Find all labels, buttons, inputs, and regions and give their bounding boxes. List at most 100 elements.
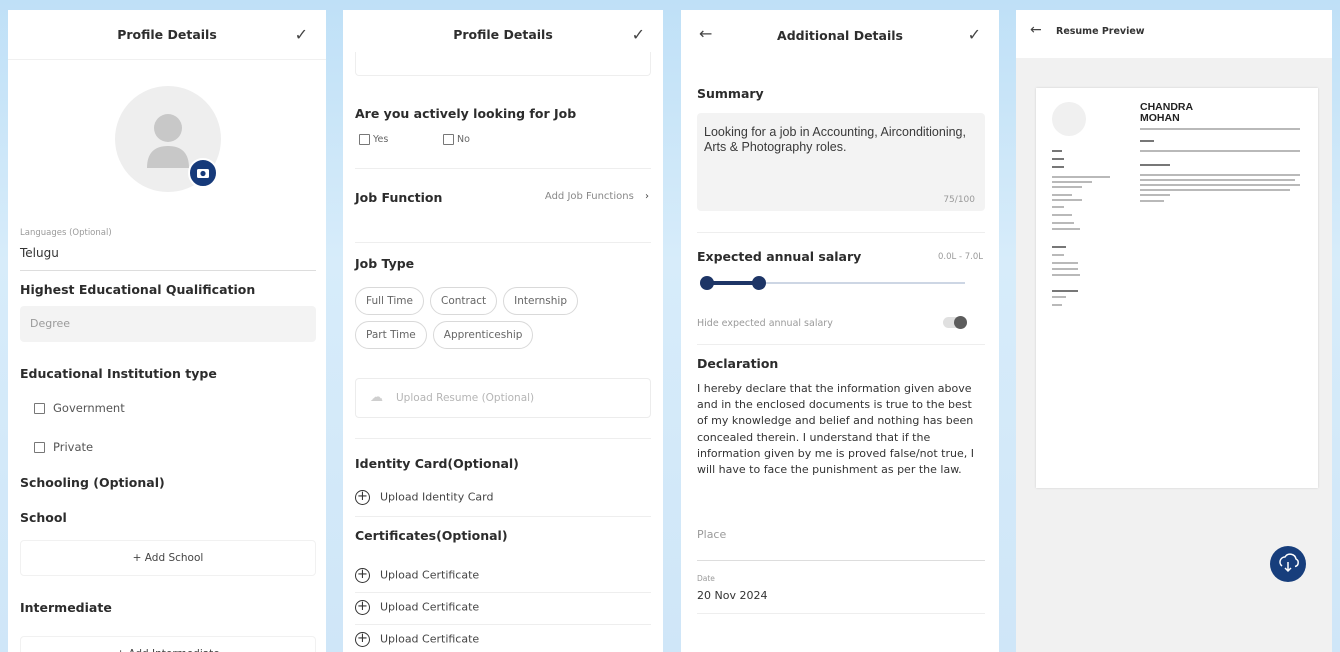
resume-text-line (1052, 268, 1078, 270)
chip-full-time[interactable]: Full Time (355, 287, 424, 315)
qualification-field[interactable]: Degree (20, 306, 316, 342)
chip-part-time[interactable]: Part Time (355, 321, 427, 349)
summary-textarea[interactable]: Looking for a job in Accounting, Aircond… (697, 113, 985, 211)
cloud-upload-icon: ☁ (370, 390, 383, 405)
resume-text-line (1140, 179, 1295, 181)
resume-text-line (1140, 164, 1170, 166)
plus-circle-icon: + (355, 600, 370, 615)
resume-text-line (1140, 189, 1290, 191)
page-title: Profile Details (117, 27, 217, 42)
upload-label: Upload Certificate (380, 632, 480, 646)
checkbox[interactable] (443, 134, 454, 145)
hide-salary-toggle[interactable] (943, 316, 967, 329)
add-job-functions-link[interactable]: Add Job Functions › (545, 191, 649, 202)
date-field[interactable]: 20 Nov 2024 (697, 589, 767, 602)
option-label: Private (53, 440, 94, 454)
upload-certificate-button-1[interactable]: + Upload Certificate (355, 568, 479, 583)
declaration-heading: Declaration (697, 356, 779, 371)
languages-field[interactable]: Telugu (20, 246, 59, 260)
resume-text-line (1052, 290, 1078, 292)
resume-text-line (1140, 140, 1154, 142)
check-icon[interactable]: ✓ (295, 25, 308, 44)
resume-text-line (1140, 194, 1170, 196)
upload-label: Upload Certificate (380, 568, 480, 582)
resume-text-line (1052, 158, 1064, 160)
resume-text-line (1052, 274, 1080, 276)
looking-option-yes[interactable]: Yes (359, 134, 388, 145)
summary-char-count: 75/100 (943, 195, 975, 205)
resume-name: CHANDRA MOHAN (1140, 102, 1193, 124)
salary-heading: Expected annual salary (697, 249, 862, 264)
camera-icon[interactable] (188, 158, 218, 188)
slider-handle-max[interactable] (751, 276, 766, 290)
resume-text-line (1052, 222, 1074, 224)
download-cloud-icon[interactable] (1270, 546, 1306, 582)
resume-text-line (1052, 228, 1080, 230)
resume-text-line (1052, 246, 1066, 248)
qualification-heading: Highest Educational Qualification (20, 282, 256, 297)
check-icon[interactable]: ✓ (632, 25, 645, 44)
identity-card-heading: Identity Card(Optional) (355, 456, 519, 471)
header: ← Resume Preview (1016, 10, 1332, 58)
upload-certificate-button-3[interactable]: + Upload Certificate (355, 632, 479, 647)
salary-range-value: 0.0L - 7.0L (938, 252, 983, 262)
add-school-button[interactable]: + Add School (20, 540, 316, 576)
back-arrow-icon[interactable]: ← (1030, 22, 1042, 38)
plus-circle-icon: + (355, 632, 370, 647)
profile-details-screen-1: Profile Details ✓ Languages (Optional) T… (8, 10, 326, 652)
plus-circle-icon: + (355, 568, 370, 583)
checkbox[interactable] (34, 403, 45, 414)
chip-apprenticeship[interactable]: Apprenticeship (432, 321, 534, 349)
institution-option-government[interactable]: Government (34, 401, 125, 415)
checkbox[interactable] (359, 134, 370, 145)
add-intermediate-button[interactable]: + Add Intermediate (20, 636, 316, 652)
header: ← Additional Details ✓ (681, 10, 999, 60)
resume-text-line (1052, 262, 1078, 264)
salary-slider[interactable] (700, 274, 965, 294)
resume-text-line (1052, 296, 1066, 298)
summary-heading: Summary (697, 86, 764, 101)
languages-label: Languages (Optional) (20, 228, 112, 238)
resume-avatar (1052, 102, 1086, 136)
institution-option-private[interactable]: Private (34, 440, 93, 454)
resume-text-line (1052, 199, 1082, 201)
chip-contract[interactable]: Contract (430, 287, 498, 315)
resume-text-line (1052, 150, 1062, 152)
page-title: Profile Details (453, 26, 553, 42)
job-function-heading: Job Function (355, 190, 443, 205)
intermediate-heading: Intermediate (20, 600, 112, 615)
institution-heading: Educational Institution type (20, 366, 217, 381)
slider-handle-min[interactable] (700, 276, 714, 290)
option-label: No (457, 134, 470, 145)
job-type-heading: Job Type (355, 256, 415, 271)
resume-text-line (1052, 254, 1064, 256)
resume-text-line (1140, 174, 1300, 176)
additional-details-screen: ← Additional Details ✓ Summary Looking f… (681, 10, 999, 652)
upload-resume-button[interactable]: ☁ Upload Resume (Optional) (355, 378, 651, 418)
avatar[interactable] (115, 86, 221, 192)
header: Profile Details ✓ (8, 10, 326, 60)
profile-details-screen-2: Profile Details ✓ Are you actively looki… (343, 10, 663, 652)
certificates-heading: Certificates(Optional) (355, 528, 508, 543)
chip-internship[interactable]: Internship (503, 287, 578, 315)
header: Profile Details ✓ (343, 10, 663, 58)
check-icon[interactable]: ✓ (968, 25, 981, 44)
upload-identity-card-button[interactable]: + Upload Identity Card (355, 490, 493, 505)
resume-document[interactable]: CHANDRA MOHAN (1036, 88, 1318, 488)
place-input[interactable]: Place (697, 528, 726, 541)
looking-for-job-heading: Are you actively looking for Job (355, 106, 577, 121)
summary-text: Looking for a job in Accounting, Aircond… (704, 125, 966, 154)
page-title: Resume Preview (1056, 26, 1145, 37)
looking-option-no[interactable]: No (443, 134, 470, 145)
resume-text-line (1052, 214, 1072, 216)
page-title: Additional Details (777, 27, 903, 43)
back-arrow-icon[interactable]: ← (699, 24, 712, 43)
resume-text-line (1140, 200, 1164, 202)
plus-circle-icon: + (355, 490, 370, 505)
checkbox[interactable] (34, 442, 45, 453)
previous-field[interactable] (355, 52, 651, 76)
hide-salary-label: Hide expected annual salary (697, 318, 833, 329)
upload-label: Upload Certificate (380, 600, 480, 614)
upload-certificate-button-2[interactable]: + Upload Certificate (355, 600, 479, 615)
resume-text-line (1140, 184, 1300, 186)
